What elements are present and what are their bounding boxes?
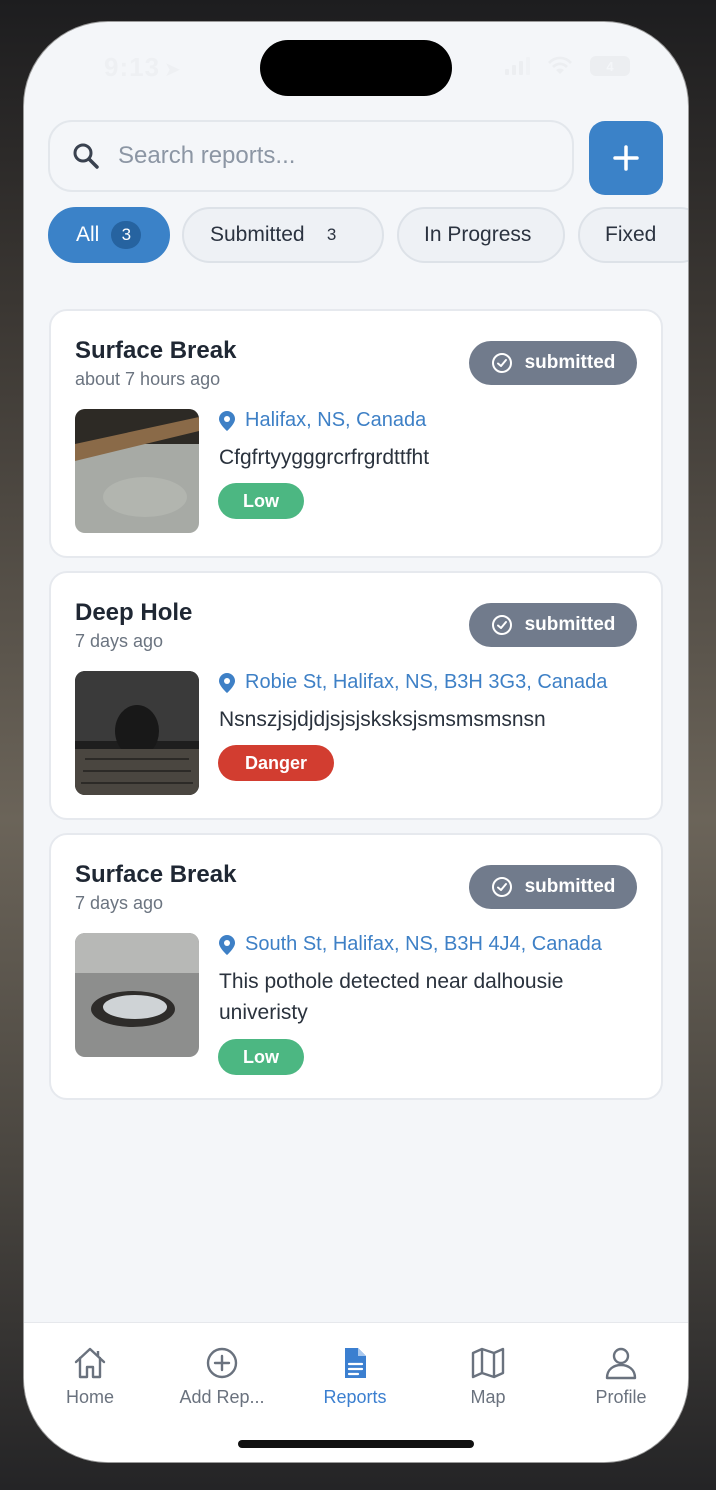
report-title: Surface Break (75, 337, 237, 364)
tab-add-report[interactable]: Add Rep... (162, 1345, 282, 1408)
tab-add-report-label: Add Rep... (179, 1387, 265, 1407)
filter-in-progress-label: In Progress (424, 223, 532, 246)
signal-icon (505, 57, 530, 75)
report-time: 7 days ago (75, 893, 164, 913)
battery-level: 4 (606, 58, 614, 74)
filter-all-count: 3 (111, 221, 142, 249)
status-badge-label: submitted (524, 614, 616, 635)
document-icon (345, 1348, 366, 1378)
report-location: Halifax, NS, Canada (219, 409, 426, 432)
report-title: Surface Break (75, 861, 237, 888)
search-bar[interactable] (48, 120, 574, 192)
check-circle-icon (491, 877, 512, 897)
severity-badge: Danger (218, 745, 334, 781)
add-report-button[interactable] (589, 121, 663, 195)
tab-reports-label: Reports (323, 1387, 387, 1407)
report-time: 7 days ago (75, 631, 164, 651)
tab-map-label: Map (470, 1387, 506, 1407)
report-photo (75, 409, 199, 533)
plus-icon (613, 145, 639, 171)
report-location-text: South St, Halifax, NS, B3H 4J4, Canada (245, 933, 602, 955)
filter-all-label: All (76, 223, 100, 246)
tab-home-label: Home (65, 1387, 114, 1407)
filter-submitted[interactable]: Submitted 3 (182, 207, 384, 263)
tab-home[interactable]: Home (30, 1345, 150, 1408)
plus-circle-icon (206, 1347, 238, 1379)
tab-profile-label: Profile (595, 1387, 647, 1407)
status-badge: submitted (469, 341, 637, 385)
check-circle-icon (491, 353, 512, 373)
report-location-text: Robie St, Halifax, NS, B3H 3G3, Canada (245, 671, 608, 693)
wifi-icon (548, 56, 572, 74)
location-pin-icon (219, 672, 235, 693)
report-description: This pothole detected near dalhousie uni… (219, 970, 564, 1024)
map-icon (471, 1347, 505, 1379)
location-arrow-icon: ➤ (164, 59, 182, 81)
status-time-text: 9:13 (104, 52, 161, 82)
status-badge-label: submitted (524, 876, 616, 897)
filter-fixed-label: Fixed (605, 223, 657, 246)
report-location-text: Halifax, NS, Canada (245, 409, 427, 431)
filter-chips: All 3 Submitted 3 In Progress Fixed (48, 207, 688, 265)
filter-all[interactable]: All 3 (48, 207, 170, 263)
report-card[interactable]: Deep Hole 7 days ago submitted Robie St,… (49, 571, 663, 820)
report-description: Cfgfrtyygggrcrfrgrdttfht (219, 446, 430, 469)
report-description: Nsnszjsjdjdjsjsjsksksjsmsmsmsnsn (219, 708, 546, 731)
home-indicator[interactable] (238, 1440, 474, 1448)
tab-map[interactable]: Map (428, 1345, 548, 1408)
report-title: Deep Hole (75, 599, 193, 626)
report-location: Robie St, Halifax, NS, B3H 3G3, Canada (219, 671, 607, 694)
dynamic-island (260, 40, 452, 96)
report-card[interactable]: Surface Break about 7 hours ago submitte… (49, 309, 663, 558)
search-icon (73, 143, 99, 169)
status-badge-label: submitted (524, 352, 616, 373)
tab-profile[interactable]: Profile (561, 1345, 681, 1408)
filter-submitted-count: 3 (326, 225, 337, 244)
location-pin-icon (219, 934, 235, 955)
status-time: 9:13 ➤ (104, 52, 182, 83)
report-location: South St, Halifax, NS, B3H 4J4, Canada (219, 933, 602, 956)
severity-badge: Low (218, 1039, 304, 1075)
filter-fixed[interactable]: Fixed (578, 207, 688, 263)
status-badge: submitted (469, 865, 637, 909)
report-photo (75, 671, 199, 795)
filter-in-progress[interactable]: In Progress (397, 207, 565, 263)
tab-reports[interactable]: Reports (295, 1345, 415, 1408)
home-icon (74, 1347, 106, 1379)
status-indicators: 4 (505, 56, 630, 76)
report-photo (75, 933, 199, 1057)
check-circle-icon (491, 615, 512, 635)
status-badge: submitted (469, 603, 637, 647)
filter-submitted-label: Submitted (210, 223, 305, 246)
report-card[interactable]: Surface Break 7 days ago submitted South… (49, 833, 663, 1100)
user-icon (605, 1347, 637, 1380)
location-pin-icon (219, 410, 235, 431)
search-input[interactable] (116, 141, 520, 171)
severity-badge: Low (218, 483, 304, 519)
battery-icon: 4 (590, 56, 630, 76)
phone-screen: 9:13➤ 4 All 3 Submitted 3 In Progress Fi… (24, 22, 688, 1462)
report-time: about 7 hours ago (75, 369, 221, 389)
